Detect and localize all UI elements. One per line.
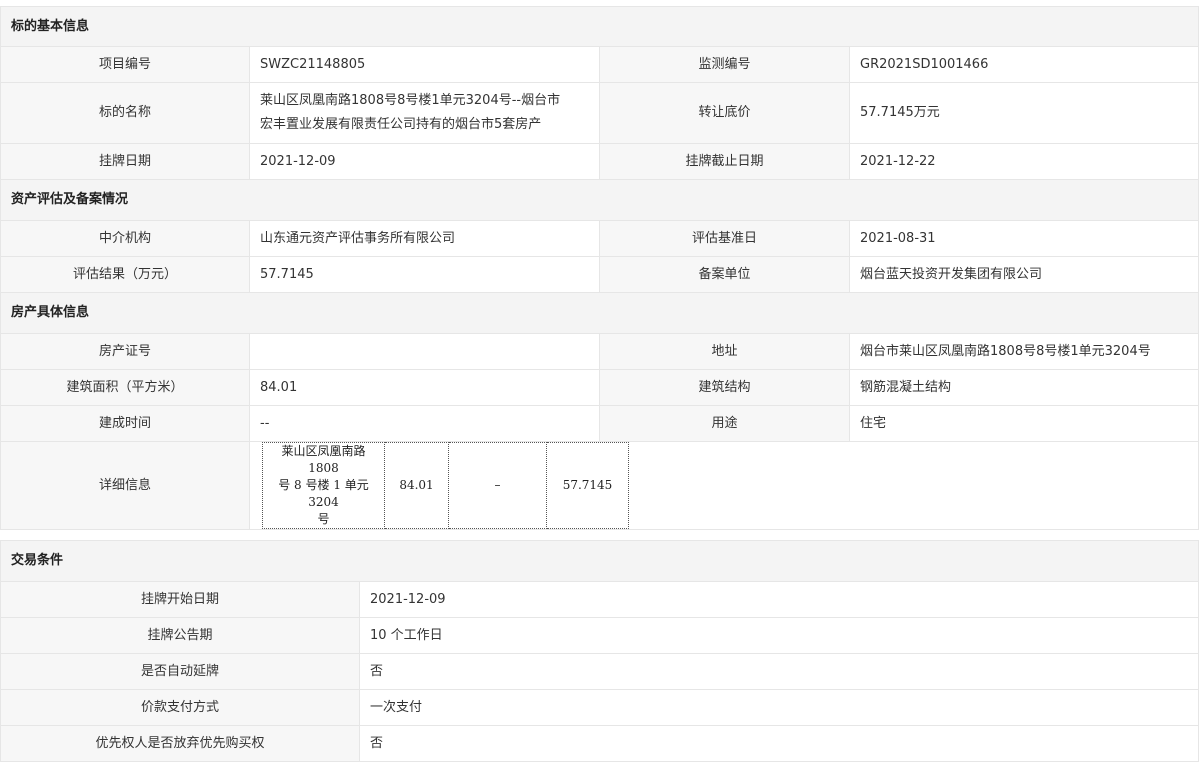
detail-address: 莱山区凤凰南路 1808 号 8 号楼 1 单元 3204 号 bbox=[262, 442, 385, 529]
row-result: 评估结果（万元） 57.7145 备案单位 烟台蓝天投资开发集团有限公司 bbox=[0, 256, 1200, 293]
priority-label: 优先权人是否放弃优先购买权 bbox=[0, 725, 360, 762]
row-area: 建筑面积（平方米） 84.01 建筑结构 钢筋混凝土结构 bbox=[0, 369, 1200, 406]
row-start: 挂牌开始日期 2021-12-09 bbox=[0, 581, 1200, 618]
start-label: 挂牌开始日期 bbox=[0, 581, 360, 618]
section-title-property: 房产具体信息 bbox=[0, 292, 1200, 334]
result-label: 评估结果（万元） bbox=[0, 256, 250, 293]
section-title-basic: 标的基本信息 bbox=[0, 6, 1200, 47]
result-value: 57.7145 bbox=[249, 256, 600, 293]
filing-label: 备案单位 bbox=[599, 256, 850, 293]
row-name: 标的名称 莱山区凤凰南路1808号8号楼1单元3204号--烟台市 宏丰置业发展… bbox=[0, 82, 1200, 144]
trade-conditions-table: 交易条件 挂牌开始日期 2021-12-09 挂牌公告期 10 个工作日 是否自… bbox=[0, 540, 1200, 762]
row-list-date: 挂牌日期 2021-12-09 挂牌截止日期 2021-12-22 bbox=[0, 143, 1200, 180]
period-label: 挂牌公告期 bbox=[0, 617, 360, 654]
detail-address-line-3: 号 bbox=[317, 512, 330, 526]
address-label: 地址 bbox=[599, 333, 850, 370]
monitor-no-label: 监测编号 bbox=[599, 46, 850, 83]
section-header-asset: 资产评估及备案情况 bbox=[0, 179, 1200, 221]
monitor-no-value: GR2021SD1001466 bbox=[848, 46, 1200, 83]
detail-row: 莱山区凤凰南路 1808 号 8 号楼 1 单元 3204 号 84.01 – … bbox=[262, 442, 629, 529]
row-agency: 中介机构 山东通元资产评估事务所有限公司 评估基准日 2021-08-31 bbox=[0, 220, 1200, 257]
listing-page: 标的基本信息 项目编号 SWZC21148805 监测编号 GR2021SD10… bbox=[0, 0, 1201, 763]
usage-value: 住宅 bbox=[848, 405, 1200, 442]
section-header-basic: 标的基本信息 bbox=[0, 6, 1200, 47]
row-priority: 优先权人是否放弃优先购买权 否 bbox=[0, 725, 1200, 762]
base-date-value: 2021-08-31 bbox=[848, 220, 1200, 257]
detail-label: 详细信息 bbox=[0, 441, 250, 530]
list-date-label: 挂牌日期 bbox=[0, 143, 250, 180]
list-end-value: 2021-12-22 bbox=[848, 143, 1200, 180]
project-no-value: SWZC21148805 bbox=[249, 46, 600, 83]
detail-value: 57.7145 bbox=[546, 442, 629, 529]
structure-label: 建筑结构 bbox=[599, 369, 850, 406]
row-pay: 价款支付方式 一次支付 bbox=[0, 689, 1200, 726]
auto-label: 是否自动延牌 bbox=[0, 653, 360, 690]
priority-value: 否 bbox=[358, 725, 1200, 762]
agency-value: 山东通元资产评估事务所有限公司 bbox=[249, 220, 600, 257]
usage-label: 用途 bbox=[599, 405, 850, 442]
section-header-trade: 交易条件 bbox=[0, 540, 1200, 582]
name-line-2: 宏丰置业发展有限责任公司持有的烟台市5套房产 bbox=[260, 117, 542, 132]
area-value: 84.01 bbox=[249, 369, 600, 406]
row-built: 建成时间 -- 用途 住宅 bbox=[0, 405, 1200, 442]
row-detail: 详细信息 莱山区凤凰南路 1808 号 8 号楼 1 单元 3204 号 84.… bbox=[0, 441, 1200, 530]
auto-value: 否 bbox=[358, 653, 1200, 690]
detail-address-line-1: 莱山区凤凰南路 1808 bbox=[281, 444, 366, 475]
price-label: 转让底价 bbox=[599, 82, 850, 144]
cert-value bbox=[249, 333, 600, 370]
structure-value: 钢筋混凝土结构 bbox=[848, 369, 1200, 406]
period-value: 10 个工作日 bbox=[358, 617, 1200, 654]
base-date-label: 评估基准日 bbox=[599, 220, 850, 257]
list-date-value: 2021-12-09 bbox=[249, 143, 600, 180]
pay-value: 一次支付 bbox=[358, 689, 1200, 726]
built-label: 建成时间 bbox=[0, 405, 250, 442]
pay-label: 价款支付方式 bbox=[0, 689, 360, 726]
built-value: -- bbox=[249, 405, 600, 442]
list-end-label: 挂牌截止日期 bbox=[599, 143, 850, 180]
filing-value: 烟台蓝天投资开发集团有限公司 bbox=[848, 256, 1200, 293]
address-value: 烟台市莱山区凤凰南路1808号8号楼1单元3204号 bbox=[848, 333, 1200, 370]
name-value: 莱山区凤凰南路1808号8号楼1单元3204号--烟台市 宏丰置业发展有限责任公… bbox=[249, 82, 600, 144]
price-value: 57.7145万元 bbox=[848, 82, 1200, 144]
start-value: 2021-12-09 bbox=[358, 581, 1200, 618]
section-header-property: 房产具体信息 bbox=[0, 292, 1200, 334]
agency-label: 中介机构 bbox=[0, 220, 250, 257]
row-project-no: 项目编号 SWZC21148805 监测编号 GR2021SD1001466 bbox=[0, 46, 1200, 83]
row-period: 挂牌公告期 10 个工作日 bbox=[0, 617, 1200, 654]
row-cert: 房产证号 地址 烟台市莱山区凤凰南路1808号8号楼1单元3204号 bbox=[0, 333, 1200, 370]
listing-info-table: 标的基本信息 项目编号 SWZC21148805 监测编号 GR2021SD10… bbox=[0, 6, 1200, 530]
detail-cell: 莱山区凤凰南路 1808 号 8 号楼 1 单元 3204 号 84.01 – … bbox=[248, 441, 1200, 530]
section-title-asset: 资产评估及备案情况 bbox=[0, 179, 1200, 221]
area-label: 建筑面积（平方米） bbox=[0, 369, 250, 406]
row-auto: 是否自动延牌 否 bbox=[0, 653, 1200, 690]
name-line-1: 莱山区凤凰南路1808号8号楼1单元3204号--烟台市 bbox=[260, 93, 561, 108]
detail-subtable: 莱山区凤凰南路 1808 号 8 号楼 1 单元 3204 号 84.01 – … bbox=[262, 442, 629, 529]
cert-label: 房产证号 bbox=[0, 333, 250, 370]
detail-area: 84.01 bbox=[384, 442, 449, 529]
name-label: 标的名称 bbox=[0, 82, 250, 144]
section-title-trade: 交易条件 bbox=[0, 540, 1200, 582]
detail-address-line-2: 号 8 号楼 1 单元 3204 bbox=[278, 478, 369, 509]
project-no-label: 项目编号 bbox=[0, 46, 250, 83]
detail-dash: – bbox=[448, 442, 547, 529]
